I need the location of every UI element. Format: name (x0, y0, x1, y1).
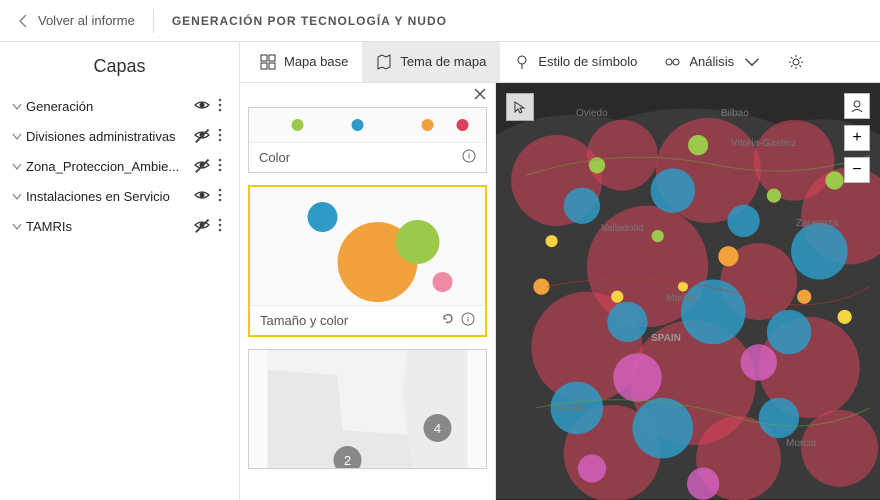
theme-preview (249, 108, 486, 142)
theme-card[interactable]: 42 (248, 349, 487, 469)
visibility-toggle[interactable] (193, 97, 211, 116)
info-icon[interactable]: i (455, 312, 475, 329)
chevron-down-icon[interactable] (10, 189, 24, 204)
svg-text:2: 2 (344, 453, 351, 468)
layer-label: Zona_Proteccion_Ambie... (24, 159, 193, 174)
layer-more-button[interactable] (211, 187, 229, 206)
svg-text:i: i (467, 314, 469, 324)
layer-more-button[interactable] (211, 97, 229, 116)
layer-item[interactable]: Zona_Proteccion_Ambie... (6, 151, 233, 181)
layer-label: TAMRIs (24, 219, 193, 234)
analysis-button[interactable]: Análisis (651, 42, 774, 82)
account-button[interactable] (844, 93, 870, 119)
layer-label: Instalaciones en Servicio (24, 189, 193, 204)
back-label: Volver al informe (38, 13, 135, 28)
chevron-down-icon[interactable] (10, 129, 24, 144)
chevron-left-icon (18, 13, 28, 29)
chevron-down-icon[interactable] (10, 99, 24, 114)
layer-item[interactable]: Instalaciones en Servicio (6, 181, 233, 211)
sidebar-title: Capas (0, 42, 239, 91)
theme-button[interactable]: Tema de mapa (362, 42, 500, 82)
layer-more-button[interactable] (211, 157, 229, 176)
basemap-button[interactable]: Mapa base (246, 42, 362, 82)
layer-label: Generación (24, 99, 193, 114)
theme-preview (250, 187, 485, 305)
theme-card[interactable]: Color i (248, 107, 487, 173)
chevron-down-icon (744, 54, 760, 70)
analysis-icon (665, 54, 681, 70)
analysis-label: Análisis (689, 54, 734, 69)
map-icon (376, 54, 392, 70)
layer-more-button[interactable] (211, 127, 229, 146)
theme-card[interactable]: Tamaño y color i (248, 185, 487, 337)
zoom-in-button[interactable]: + (844, 125, 870, 151)
map-toolbar: Mapa base Tema de mapa Estilo de símbolo… (240, 42, 880, 83)
symbol-label: Estilo de símbolo (538, 54, 637, 69)
layers-sidebar: Capas Generación Divisiones administrativ… (0, 42, 240, 500)
page-title: GENERACIÓN POR TECNOLOGÍA Y NUDO (154, 14, 465, 28)
basemap-label: Mapa base (284, 54, 348, 69)
svg-text:4: 4 (434, 421, 441, 436)
symbol-button[interactable]: Estilo de símbolo (500, 42, 651, 82)
layer-more-button[interactable] (211, 217, 229, 236)
pin-icon (514, 54, 530, 70)
visibility-toggle[interactable] (193, 157, 211, 176)
settings-button[interactable] (774, 42, 818, 82)
theme-name: Color (259, 150, 456, 165)
layer-item[interactable]: TAMRIs (6, 211, 233, 241)
zoom-out-button[interactable]: − (844, 157, 870, 183)
close-icon (473, 87, 487, 101)
chevron-down-icon[interactable] (10, 159, 24, 174)
back-button[interactable]: Volver al informe (0, 13, 153, 29)
cursor-tool[interactable] (506, 93, 534, 121)
breadcrumb: Volver al informe GENERACIÓN POR TECNOLO… (0, 0, 880, 42)
chevron-down-icon[interactable] (10, 219, 24, 234)
layer-item[interactable]: Generación (6, 91, 233, 121)
visibility-toggle[interactable] (193, 127, 211, 146)
map-canvas[interactable]: Oviedo Bilbao Vitoria-Gasteiz Valladolid… (496, 83, 880, 500)
grid-icon (260, 54, 276, 70)
theme-preview: 42 (249, 350, 486, 468)
close-panel-button[interactable] (473, 87, 487, 104)
svg-text:i: i (468, 151, 470, 161)
info-icon[interactable]: i (456, 149, 476, 166)
layer-label: Divisiones administrativas (24, 129, 193, 144)
theme-panel: ColoriTamaño y colori42 (240, 83, 496, 500)
theme-name: Tamaño y color (260, 313, 435, 328)
layer-item[interactable]: Divisiones administrativas (6, 121, 233, 151)
theme-label: Tema de mapa (400, 54, 486, 69)
cursor-icon (513, 100, 527, 114)
map-bubbles (496, 83, 880, 500)
reset-icon[interactable] (435, 312, 455, 329)
gear-icon (788, 54, 804, 70)
visibility-toggle[interactable] (193, 187, 211, 206)
user-icon (850, 99, 864, 113)
visibility-toggle[interactable] (193, 217, 211, 236)
